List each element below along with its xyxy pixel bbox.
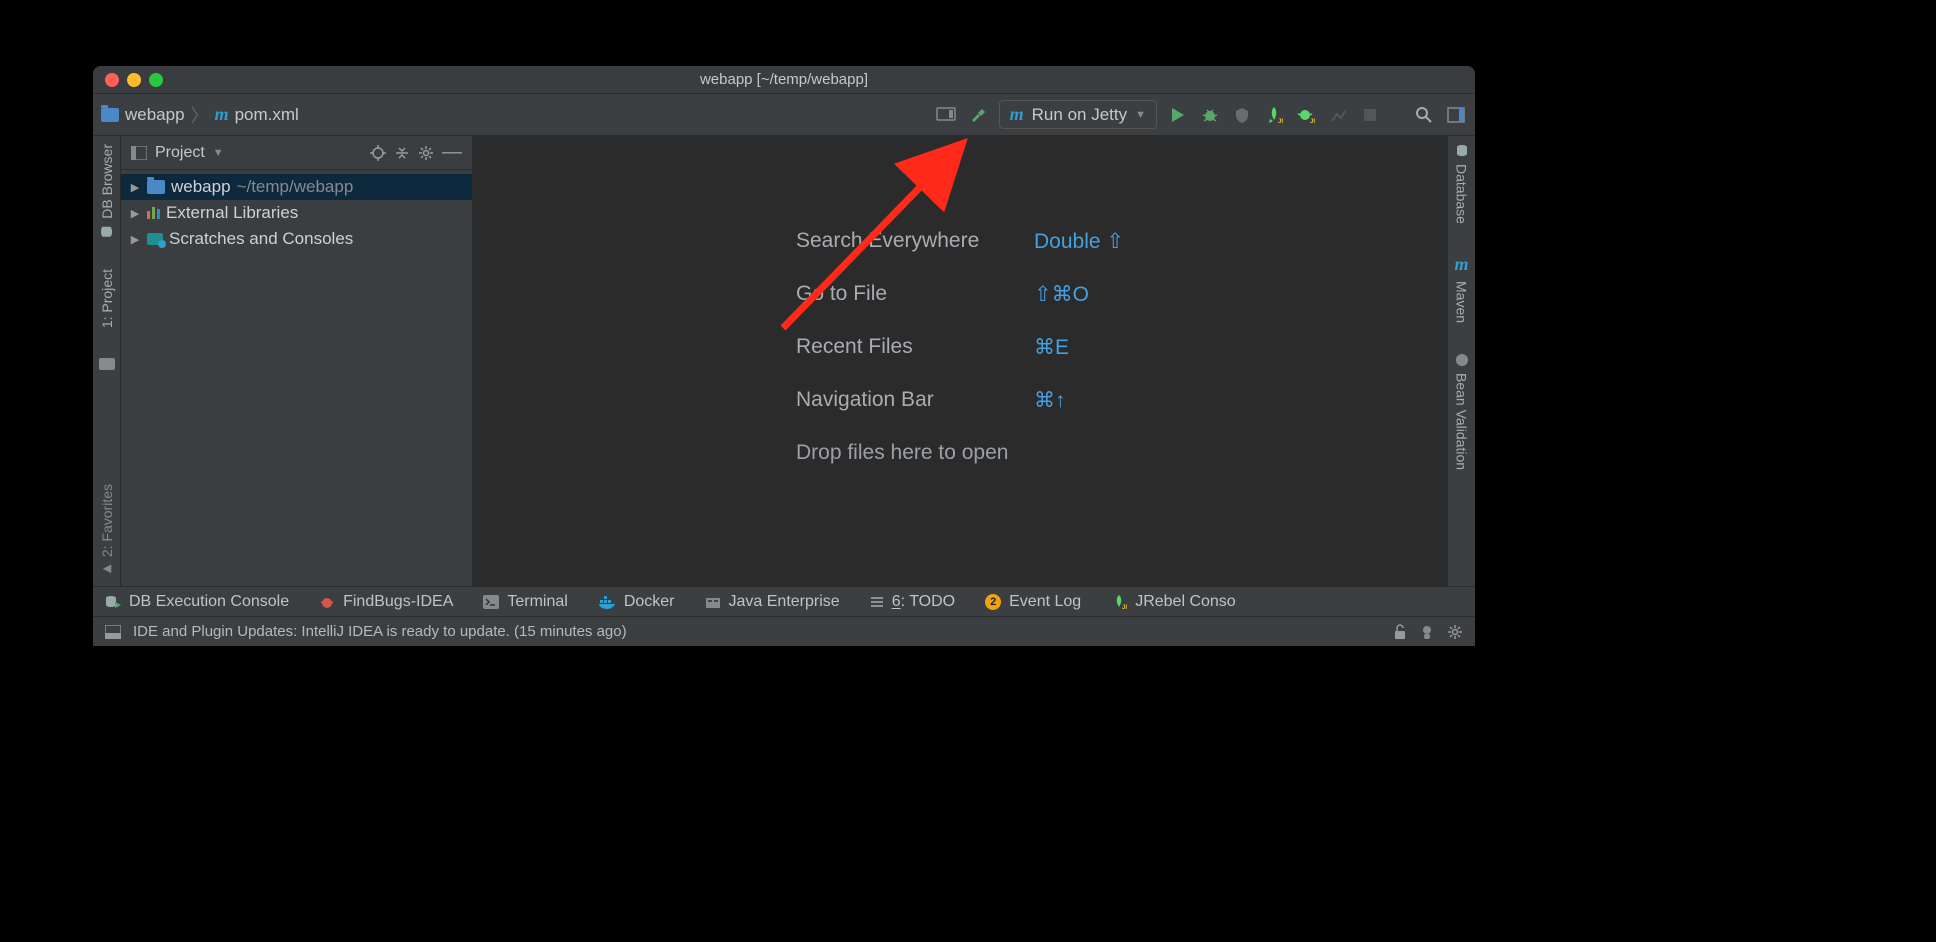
hint-navbar: Navigation Bar ⌘↑ [796, 388, 1124, 413]
project-panel-header: Project ▼ — [121, 136, 472, 170]
build-hammer-icon[interactable] [967, 104, 989, 126]
locate-icon[interactable] [370, 145, 386, 161]
bean-validation-tab[interactable]: Bean Validation [1454, 353, 1470, 470]
db-browser-tab[interactable]: DB Browser [99, 144, 115, 239]
tree-external-libs-item[interactable]: ▶ External Libraries [121, 200, 472, 226]
profile-disabled-icon [1327, 104, 1349, 126]
breadcrumb-root[interactable]: webapp [125, 105, 185, 125]
project-tab-folder-icon [99, 358, 115, 370]
tree-node-label: Scratches and Consoles [169, 229, 353, 249]
event-log-badge: 2 [985, 594, 1001, 610]
lock-icon[interactable] [1393, 624, 1407, 640]
expand-arrow-icon[interactable]: ▶ [129, 181, 141, 194]
hint-goto: Go to File ⇧⌘O [796, 282, 1124, 307]
expand-arrow-icon[interactable]: ▶ [129, 233, 141, 246]
findbugs-tab[interactable]: FindBugs-IDEA [319, 593, 453, 611]
breadcrumb-sep: 〉 [191, 102, 209, 128]
jrebel-debug-icon[interactable]: JR [1295, 104, 1317, 126]
database-tab[interactable]: Database [1454, 144, 1470, 224]
svg-text:JR: JR [1122, 605, 1127, 610]
editor-area[interactable]: Search Everywhere Double ⇧ Go to File ⇧⌘… [473, 136, 1447, 586]
chevron-down-icon: ▼ [1135, 109, 1146, 121]
db-exec-console-tab[interactable]: DB Execution Console [105, 593, 289, 611]
layout-settings-icon[interactable] [1445, 104, 1467, 126]
ide-window: webapp [~/temp/webapp] webapp 〉 m pom.xm… [93, 66, 1475, 646]
project-tool-window: Project ▼ — ▶ webapp ~/t [121, 136, 473, 586]
tree-root-item[interactable]: ▶ webapp ~/temp/webapp [121, 174, 472, 200]
tree-node-label: External Libraries [166, 203, 298, 223]
right-tool-gutter: Database m Maven Bean Validation [1447, 136, 1475, 586]
favorites-tab[interactable]: ▶ 2: Favorites [99, 484, 115, 576]
close-window-button[interactable] [105, 73, 119, 87]
status-bar: IDE and Plugin Updates: IntelliJ IDEA is… [93, 616, 1475, 646]
zoom-window-button[interactable] [149, 73, 163, 87]
run-config-selector[interactable]: m Run on Jetty ▼ [999, 100, 1157, 129]
hint-recent: Recent Files ⌘E [796, 335, 1124, 360]
stop-disabled-icon [1359, 104, 1381, 126]
todo-tab[interactable]: 6: TODO [870, 593, 955, 611]
svg-text:JR: JR [1310, 119, 1315, 124]
inspector-icon[interactable] [1419, 624, 1435, 640]
event-log-tab[interactable]: 2 Event Log [985, 593, 1081, 611]
debug-button[interactable] [1199, 104, 1221, 126]
folder-icon [101, 108, 119, 122]
tree-node-path: ~/temp/webapp [237, 177, 354, 197]
status-message[interactable]: IDE and Plugin Updates: IntelliJ IDEA is… [133, 623, 627, 640]
title-bar: webapp [~/temp/webapp] [93, 66, 1475, 94]
hide-panel-icon[interactable]: — [442, 141, 462, 164]
search-icon[interactable] [1413, 104, 1435, 126]
empty-state-hints: Search Everywhere Double ⇧ Go to File ⇧⌘… [796, 229, 1124, 493]
bottom-tool-tabs: DB Execution Console FindBugs-IDEA Termi… [93, 586, 1475, 616]
settings-gear-icon[interactable] [1447, 624, 1463, 640]
expand-arrow-icon[interactable]: ▶ [129, 207, 141, 220]
maven-file-icon: m [215, 104, 229, 125]
java-enterprise-tab[interactable]: Java Enterprise [705, 593, 840, 611]
breadcrumb: webapp 〉 m pom.xml [101, 102, 929, 128]
maven-config-icon: m [1010, 104, 1024, 125]
collapse-all-icon[interactable] [394, 145, 410, 161]
tree-scratches-item[interactable]: ▶ Scratches and Consoles [121, 226, 472, 252]
jrebel-run-icon[interactable]: JR [1263, 104, 1285, 126]
run-config-label: Run on Jetty [1032, 105, 1127, 125]
maven-icon: m [1455, 254, 1469, 275]
coverage-button[interactable] [1231, 104, 1253, 126]
terminal-tab[interactable]: Terminal [483, 593, 567, 611]
project-panel-title[interactable]: Project [155, 144, 205, 162]
run-button[interactable] [1167, 104, 1189, 126]
device-icon[interactable] [935, 104, 957, 126]
toolbar-actions: m Run on Jetty ▼ JR JR [935, 100, 1467, 129]
breadcrumb-file[interactable]: pom.xml [235, 105, 299, 125]
left-tool-gutter: DB Browser 1: Project ▶ 2: Favorites [93, 136, 121, 586]
minimize-window-button[interactable] [127, 73, 141, 87]
toolbar-row: webapp 〉 m pom.xml m Run on Jetty ▼ [93, 94, 1475, 136]
chevron-down-icon[interactable]: ▼ [213, 147, 224, 159]
status-windows-icon[interactable] [105, 625, 121, 639]
tree-node-label: webapp [171, 177, 231, 197]
jrebel-console-tab[interactable]: JR JRebel Conso [1111, 593, 1236, 611]
hint-search: Search Everywhere Double ⇧ [796, 229, 1124, 254]
docker-tab[interactable]: Docker [598, 593, 675, 611]
svg-text:JR: JR [1278, 119, 1283, 124]
traffic-lights [105, 73, 163, 87]
library-icon [147, 207, 160, 219]
hint-drop: Drop files here to open [796, 441, 1124, 465]
window-title: webapp [~/temp/webapp] [93, 71, 1475, 88]
panel-icon [131, 146, 147, 160]
project-tree[interactable]: ▶ webapp ~/temp/webapp ▶ External Librar… [121, 170, 472, 256]
project-tab[interactable]: 1: Project [99, 269, 115, 328]
maven-tab[interactable]: m Maven [1454, 254, 1470, 323]
main-body: DB Browser 1: Project ▶ 2: Favorites Pro… [93, 136, 1475, 586]
scratch-icon [147, 233, 163, 245]
gear-icon[interactable] [418, 145, 434, 161]
folder-icon [147, 180, 165, 194]
